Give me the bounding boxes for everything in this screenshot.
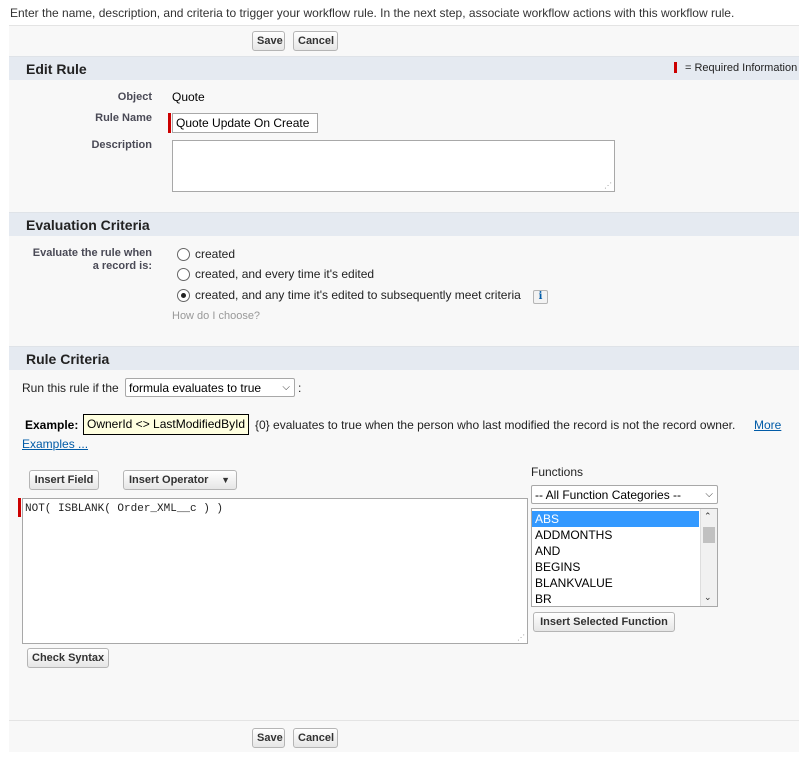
run-rule-suffix: : [298, 381, 302, 395]
function-item-blankvalue[interactable]: BLANKVALUE [532, 575, 717, 591]
save-button-top[interactable]: Save [252, 31, 285, 51]
edit-rule-header: Edit Rule = Required Information [9, 56, 799, 80]
required-info-text: = Required Information [685, 62, 798, 74]
function-item-br[interactable]: BR [532, 591, 717, 606]
edit-rule-title: Edit Rule [26, 61, 87, 77]
scroll-up-icon[interactable]: ⌃ [704, 511, 712, 522]
rule-criteria-title: Rule Criteria [26, 351, 110, 367]
radio-created-meet-criteria[interactable] [177, 289, 190, 302]
bottom-divider [9, 720, 799, 721]
functions-listbox[interactable]: ABS ADDMONTHS AND BEGINS BLANKVALUE BR ⌃… [531, 508, 718, 607]
formula-editor[interactable]: NOT( ISBLANK( Order_XML__c ) ) ⋰ [22, 498, 528, 644]
functions-scrollbar[interactable]: ⌃ ⌄ [700, 509, 717, 606]
function-item-and[interactable]: AND [532, 543, 717, 559]
object-label: Object [117, 91, 152, 103]
scrollbar-thumb[interactable] [703, 527, 715, 543]
evaluation-criteria-header: Evaluation Criteria [9, 212, 799, 236]
formula-required-bar [18, 498, 21, 517]
chevron-down-icon: ⌵ [705, 489, 713, 500]
insert-operator-label: Insert Operator [129, 474, 209, 486]
cancel-button-bottom[interactable]: Cancel [293, 728, 338, 748]
resize-grip-icon[interactable]: ⋰ [517, 634, 525, 642]
run-rule-select-value: formula evaluates to true [129, 381, 262, 395]
example-label: Example: [25, 418, 79, 432]
chevron-down-icon: ⌵ [282, 382, 290, 393]
function-category-select[interactable]: -- All Function Categories -- ⌵ [531, 485, 718, 504]
insert-operator-button[interactable]: Insert Operator ▼ [123, 470, 237, 490]
example-formula: OwnerId <> LastModifiedById [83, 414, 250, 435]
function-item-addmonths[interactable]: ADDMONTHS [532, 527, 717, 543]
run-rule-select[interactable]: formula evaluates to true ⌵ [125, 378, 295, 397]
save-button-bottom[interactable]: Save [252, 728, 285, 748]
check-syntax-button[interactable]: Check Syntax [27, 648, 109, 668]
description-label: Description [91, 139, 152, 151]
functions-label: Functions [531, 465, 584, 479]
more-examples-link-continued[interactable]: Examples ... [22, 437, 88, 451]
scroll-down-icon[interactable]: ⌄ [704, 592, 712, 603]
dropdown-arrow-icon: ▼ [221, 475, 230, 485]
intro-text: Enter the name, description, and criteri… [10, 6, 735, 20]
rule-name-required-bar [168, 113, 171, 133]
function-item-begins[interactable]: BEGINS [532, 559, 717, 575]
insert-selected-function-button[interactable]: Insert Selected Function [533, 612, 675, 632]
radio-created-meet-criteria-label[interactable]: created, and any time it's edited to sub… [195, 288, 521, 302]
required-indicator-legend [674, 62, 677, 73]
function-category-value: -- All Function Categories -- [535, 488, 682, 502]
formula-text: NOT( ISBLANK( Order_XML__c ) ) [25, 503, 224, 515]
evaluate-label-line2: a record is: [92, 260, 152, 272]
info-icon[interactable]: i [533, 290, 548, 304]
evaluation-criteria-title: Evaluation Criteria [26, 217, 150, 233]
how-do-i-choose-link[interactable]: How do I choose? [172, 310, 260, 322]
cancel-button-top[interactable]: Cancel [293, 31, 338, 51]
rule-criteria-header: Rule Criteria [9, 346, 799, 370]
function-item-abs[interactable]: ABS [532, 511, 699, 527]
radio-created-every-edit-label[interactable]: created, and every time it's edited [195, 267, 374, 281]
insert-field-button[interactable]: Insert Field [29, 470, 99, 490]
rule-name-label: Rule Name [95, 112, 152, 124]
radio-created-label[interactable]: created [195, 247, 235, 261]
resize-grip-icon[interactable]: ⋰ [604, 182, 612, 190]
description-textarea[interactable]: ⋰ [172, 140, 615, 192]
run-rule-prefix: Run this rule if the [22, 381, 119, 395]
object-value: Quote [172, 90, 205, 104]
rule-name-input[interactable]: Quote Update On Create [172, 113, 318, 133]
radio-created[interactable] [177, 248, 190, 261]
example-description: {0} evaluates to true when the person wh… [255, 418, 736, 432]
radio-created-every-edit[interactable] [177, 268, 190, 281]
evaluate-label-line1: Evaluate the rule when [32, 247, 152, 259]
more-examples-link[interactable]: More [754, 418, 781, 432]
